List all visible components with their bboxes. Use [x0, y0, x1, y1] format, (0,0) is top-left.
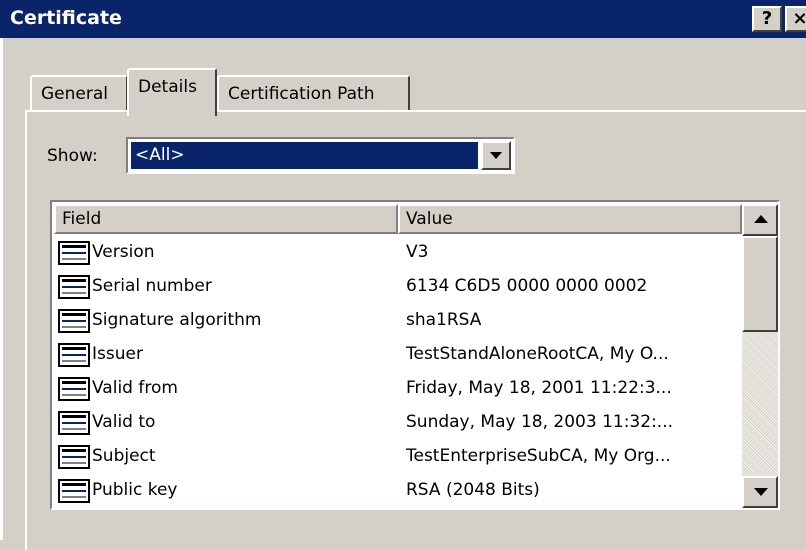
window-title: Certificate: [10, 7, 122, 29]
tab-certification-path-label: Certification Path: [228, 84, 375, 104]
show-dropdown[interactable]: <All>: [126, 137, 515, 174]
tab-certification-path[interactable]: Certification Path: [217, 75, 410, 111]
field-name: Serial number: [92, 276, 212, 296]
field-name: Version: [92, 242, 155, 262]
title-bar[interactable]: Certificate ? ×: [0, 0, 806, 38]
close-button[interactable]: ×: [785, 6, 806, 32]
field-value: V3: [406, 242, 429, 262]
help-button[interactable]: ?: [752, 6, 782, 32]
show-dropdown-value: <All>: [131, 142, 478, 169]
field-value: sha1RSA: [406, 310, 482, 330]
show-label: Show:: [47, 146, 98, 166]
scroll-down-button[interactable]: [742, 476, 778, 508]
arrow-up-icon: [754, 215, 768, 223]
certificate-field-icon: [58, 479, 90, 503]
chevron-down-icon: [490, 152, 502, 159]
vertical-scrollbar[interactable]: [742, 204, 778, 508]
window-frame: [0, 38, 3, 540]
arrow-down-icon: [754, 488, 768, 496]
list-row[interactable]: Subject TestEnterpriseSubCA, My Org...: [54, 440, 742, 474]
tab-general[interactable]: General: [30, 75, 128, 111]
certificate-field-icon: [58, 343, 90, 367]
tab-details-label: Details: [138, 77, 197, 97]
scroll-thumb[interactable]: [742, 236, 778, 332]
field-value: Sunday, May 18, 2003 11:32:...: [406, 412, 674, 432]
certificate-field-icon: [58, 411, 90, 435]
field-name: Valid from: [92, 378, 178, 398]
tab-general-label: General: [41, 84, 108, 104]
list-row[interactable]: Version V3: [54, 236, 742, 270]
field-value: RSA (2048 Bits): [406, 480, 540, 500]
column-header-value[interactable]: Value: [398, 204, 742, 234]
list-row[interactable]: Valid from Friday, May 18, 2001 11:22:3.…: [54, 372, 742, 406]
list-row[interactable]: Serial number 6134 C6D5 0000 0000 0002: [54, 270, 742, 304]
fields-list[interactable]: Field Value Version V3 Serial number 613…: [50, 200, 780, 510]
field-name: Issuer: [92, 344, 143, 364]
certificate-field-icon: [58, 445, 90, 469]
list-row[interactable]: Issuer TestStandAloneRootCA, My O...: [54, 338, 742, 372]
field-value: TestStandAloneRootCA, My O...: [406, 344, 669, 364]
column-header-field[interactable]: Field: [54, 204, 398, 234]
field-name: Valid to: [92, 412, 156, 432]
certificate-field-icon: [58, 377, 90, 401]
field-name: Subject: [92, 446, 156, 466]
field-value: TestEnterpriseSubCA, My Org...: [406, 446, 671, 466]
tab-details[interactable]: Details: [127, 68, 217, 116]
certificate-field-icon: [58, 275, 90, 299]
list-body: Version V3 Serial number 6134 C6D5 0000 …: [54, 236, 742, 508]
field-value: 6134 C6D5 0000 0000 0002: [406, 276, 648, 296]
field-value: Friday, May 18, 2001 11:22:3...: [406, 378, 672, 398]
field-name: Signature algorithm: [92, 310, 262, 330]
dropdown-button[interactable]: [481, 141, 511, 170]
field-name: Public key: [92, 480, 178, 500]
certificate-field-icon: [58, 309, 90, 333]
list-row[interactable]: Public key RSA (2048 Bits): [54, 474, 742, 508]
certificate-field-icon: [58, 241, 90, 265]
scroll-up-button[interactable]: [742, 204, 778, 236]
list-row[interactable]: Signature algorithm sha1RSA: [54, 304, 742, 338]
list-row[interactable]: Valid to Sunday, May 18, 2003 11:32:...: [54, 406, 742, 440]
